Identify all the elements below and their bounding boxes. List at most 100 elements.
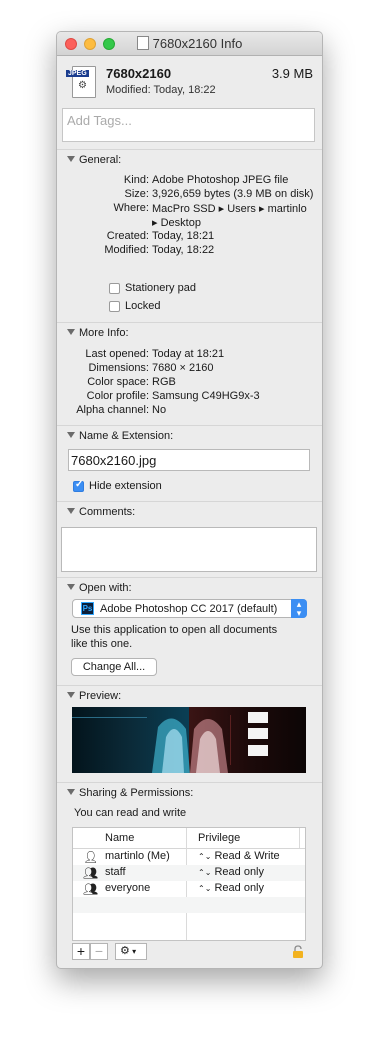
action-menu-button[interactable]: ⚙ ▾ xyxy=(115,943,147,960)
disclosure-triangle-icon xyxy=(67,329,75,335)
sharing-heading: Sharing & Permissions: xyxy=(79,787,194,799)
size-value: 3,926,659 bytes (3.9 MB on disk) xyxy=(152,188,314,200)
change-all-button[interactable]: Change All... xyxy=(71,658,157,676)
col-privilege-header[interactable]: Privilege xyxy=(198,832,240,844)
general-heading: General: xyxy=(79,154,122,166)
file-name: 7680x2160 xyxy=(106,66,172,81)
kind-value: Adobe Photoshop JPEG file xyxy=(152,174,289,186)
general-section: General: Kind: Adobe Photoshop JPEG file … xyxy=(57,149,322,322)
created-label: Created: xyxy=(106,230,149,242)
more-info-heading: More Info: xyxy=(79,327,129,339)
row-name: everyone xyxy=(105,882,151,894)
remove-user-button[interactable]: − xyxy=(90,943,108,960)
comments-section: Comments: xyxy=(57,501,322,577)
preview-heading: Preview: xyxy=(79,690,122,702)
col-name-header[interactable]: Name xyxy=(105,832,134,844)
preview-artwork xyxy=(72,707,306,773)
table-row[interactable]: 👥︎ staff ⌃⌄ Read only xyxy=(73,865,305,881)
created-value: Today, 18:21 xyxy=(152,230,215,242)
open-with-heading: Open with: xyxy=(79,582,132,594)
last-opened-label: Last opened: xyxy=(85,348,149,360)
alpha-channel-value: No xyxy=(152,404,167,416)
locked-label: Locked xyxy=(125,300,161,312)
modified-label: Modified: xyxy=(104,244,149,256)
disclosure-triangle-icon xyxy=(67,156,75,162)
row-name: staff xyxy=(105,866,126,878)
tags-field[interactable]: Add Tags... xyxy=(62,108,315,142)
last-opened-value: Today at 18:21 xyxy=(152,348,225,360)
privilege-popup[interactable]: ⌃⌄ Read only xyxy=(198,866,264,878)
filename-field[interactable]: 7680x2160.jpg xyxy=(68,449,310,471)
more-info-section: More Info: Last opened: Today at 18:21 Di… xyxy=(57,322,322,425)
open-with-popup[interactable]: Ps Adobe Photoshop CC 2017 (default) ▴ ▾ xyxy=(72,599,307,618)
where-label: Where: xyxy=(113,202,149,214)
open-with-app: Adobe Photoshop CC 2017 (default) xyxy=(100,603,278,615)
open-with-header[interactable]: Open with: xyxy=(67,582,132,594)
user-icon: 👤︎ xyxy=(83,850,99,864)
privilege-popup[interactable]: ⌃⌄ Read only xyxy=(198,882,264,894)
photoshop-icon: Ps xyxy=(81,602,94,615)
locked-checkbox[interactable] xyxy=(109,301,120,312)
general-header[interactable]: General: xyxy=(67,154,121,166)
name-extension-section: Name & Extension: 7680x2160.jpg Hide ext… xyxy=(57,425,322,501)
color-space-label: Color space: xyxy=(87,376,149,388)
modified-value: Today, 18:22 xyxy=(152,244,215,256)
lock-icon[interactable] xyxy=(292,945,304,958)
color-space-value: RGB xyxy=(152,376,176,388)
gear-icon: ⚙ xyxy=(120,945,130,957)
stationery-pad-label: Stationery pad xyxy=(125,282,196,294)
more-info-header[interactable]: More Info: xyxy=(67,327,129,339)
color-profile-label: Color profile: xyxy=(86,390,149,402)
where-value-2: ▸ Desktop xyxy=(152,217,201,229)
disclosure-triangle-icon xyxy=(67,432,75,438)
comments-heading: Comments: xyxy=(79,506,136,518)
row-name: martinlo (Me) xyxy=(105,850,170,862)
disclosure-triangle-icon xyxy=(67,692,75,698)
privilege-popup[interactable]: ⌃⌄ Read & Write xyxy=(198,850,280,862)
popup-chevron-icon: ▴ ▾ xyxy=(291,599,307,618)
open-with-desc-2: like this one. xyxy=(71,638,133,650)
hide-extension-label: Hide extension xyxy=(89,480,162,492)
row-privilege: Read & Write xyxy=(214,850,280,862)
chevron-down-icon: ▾ xyxy=(129,947,137,956)
comments-field[interactable] xyxy=(61,527,317,572)
size-label: Size: xyxy=(124,188,149,200)
color-profile-value: Samsung C49HG9x-3 xyxy=(152,390,260,402)
comments-header[interactable]: Comments: xyxy=(67,506,135,518)
sharing-header[interactable]: Sharing & Permissions: xyxy=(67,787,193,799)
dimensions-value: 7680 × 2160 xyxy=(152,362,214,374)
preview-header[interactable]: Preview: xyxy=(67,690,121,702)
disclosure-triangle-icon xyxy=(67,789,75,795)
kind-label: Kind: xyxy=(123,174,149,186)
row-privilege: Read only xyxy=(214,882,265,894)
add-user-button[interactable]: + xyxy=(72,943,90,960)
open-with-desc-1: Use this application to open all documen… xyxy=(71,624,278,636)
alpha-channel-label: Alpha channel: xyxy=(76,404,149,416)
jpeg-file-icon: JPEG ⚙ xyxy=(66,66,98,98)
disclosure-triangle-icon xyxy=(67,508,75,514)
window-title-text: 7680x2160 Info xyxy=(152,36,243,51)
name-extension-header[interactable]: Name & Extension: xyxy=(67,430,173,442)
window-title: 7680x2160 Info xyxy=(57,36,322,51)
file-icon xyxy=(136,36,149,50)
preview-image xyxy=(72,707,306,773)
hide-extension-checkbox[interactable] xyxy=(73,479,84,492)
table-row[interactable]: 👤︎ martinlo (Me) ⌃⌄ Read & Write xyxy=(73,849,305,865)
file-modified: Modified: Today, 18:22 xyxy=(106,84,216,96)
row-privilege: Read only xyxy=(214,866,265,878)
everyone-icon: 👥︎ xyxy=(83,882,99,896)
where-value: MacPro SSD ▸ Users ▸ martinlo xyxy=(152,203,307,215)
permissions-table: Name Privilege 👤︎ martinlo (Me) ⌃⌄ Read … xyxy=(72,827,306,941)
dimensions-label: Dimensions: xyxy=(88,362,149,374)
permissions-table-header: Name Privilege xyxy=(73,828,305,849)
stationery-pad-checkbox[interactable] xyxy=(109,283,120,294)
info-window: 7680x2160 Info JPEG ⚙ 7680x2160 3.9 MB M… xyxy=(56,31,323,969)
file-header: JPEG ⚙ 7680x2160 3.9 MB Modified: Today,… xyxy=(57,56,322,100)
sharing-status: You can read and write xyxy=(74,807,187,819)
name-extension-heading: Name & Extension: xyxy=(79,430,174,442)
jpeg-badge: JPEG xyxy=(66,70,89,77)
table-row[interactable]: 👥︎ everyone ⌃⌄ Read only xyxy=(73,881,305,897)
table-row-empty xyxy=(73,897,305,913)
title-bar: 7680x2160 Info xyxy=(57,32,322,56)
disclosure-triangle-icon xyxy=(67,584,75,590)
